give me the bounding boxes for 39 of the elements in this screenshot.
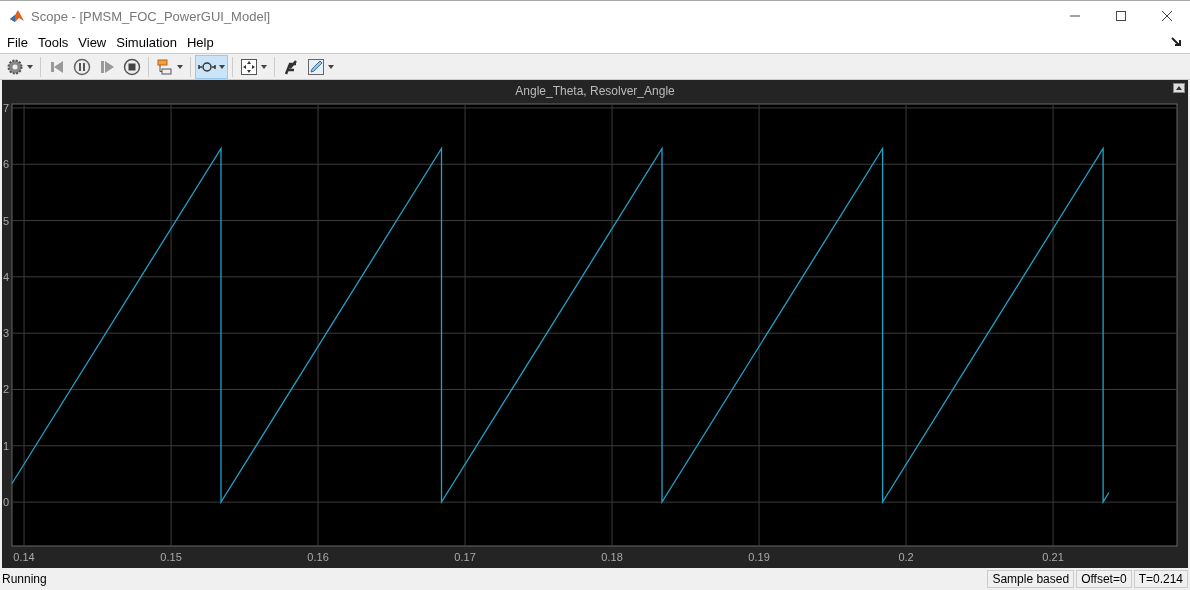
gear-icon: [6, 57, 24, 76]
fit-icon: [240, 57, 258, 76]
menu-item[interactable]: Help: [181, 34, 219, 50]
y-tick-label: 6: [3, 158, 10, 171]
close-icon[interactable]: [1161, 10, 1173, 22]
x-tick-label: 0.18: [601, 551, 623, 563]
y-tick-label: 4: [3, 270, 10, 283]
undock-icon[interactable]: [1173, 83, 1185, 93]
x-tick-label: 0.2: [898, 551, 914, 563]
x-tick-label: 0.14: [13, 551, 35, 563]
y-tick-label: 3: [3, 327, 10, 340]
y-tick-label: 0: [3, 496, 10, 509]
y-tick-label: 5: [3, 214, 10, 227]
status-text: Running: [1, 572, 48, 586]
status-cell: Sample based: [987, 570, 1075, 588]
y-tick-label: 2: [3, 383, 10, 396]
pen-icon: [307, 57, 325, 76]
status-cell: T=0.214: [1133, 570, 1188, 588]
blocks-icon: [156, 57, 174, 76]
toolbar-button[interactable]: [195, 54, 228, 79]
menu-item[interactable]: Simulation: [111, 34, 182, 50]
menu-item[interactable]: Tools: [32, 34, 74, 50]
status-cell: Offset=0: [1076, 570, 1132, 588]
pause-icon: [73, 57, 91, 76]
window-title: Scope - [PMSM_FOC_PowerGUI_Model]: [31, 8, 272, 24]
y-tick-label: 1: [3, 439, 10, 452]
stop-icon: [123, 57, 141, 76]
maximize-icon[interactable]: [1115, 10, 1127, 22]
x-tick-label: 0.19: [748, 551, 770, 563]
undock-icon[interactable]: [1170, 36, 1182, 48]
menu-item[interactable]: File: [2, 34, 33, 50]
app-logo-icon: [9, 8, 25, 24]
y-tick-label: 7: [3, 102, 10, 114]
plot-title: Angle_Theta, Resolver_Angle: [514, 83, 676, 100]
x-tick-label: 0.21: [1042, 551, 1064, 563]
x-tick-label: 0.15: [160, 551, 182, 563]
x-tick-label: 0.17: [454, 551, 476, 563]
menu-item[interactable]: View: [73, 34, 112, 50]
x-tick-label: 0.16: [307, 551, 329, 563]
